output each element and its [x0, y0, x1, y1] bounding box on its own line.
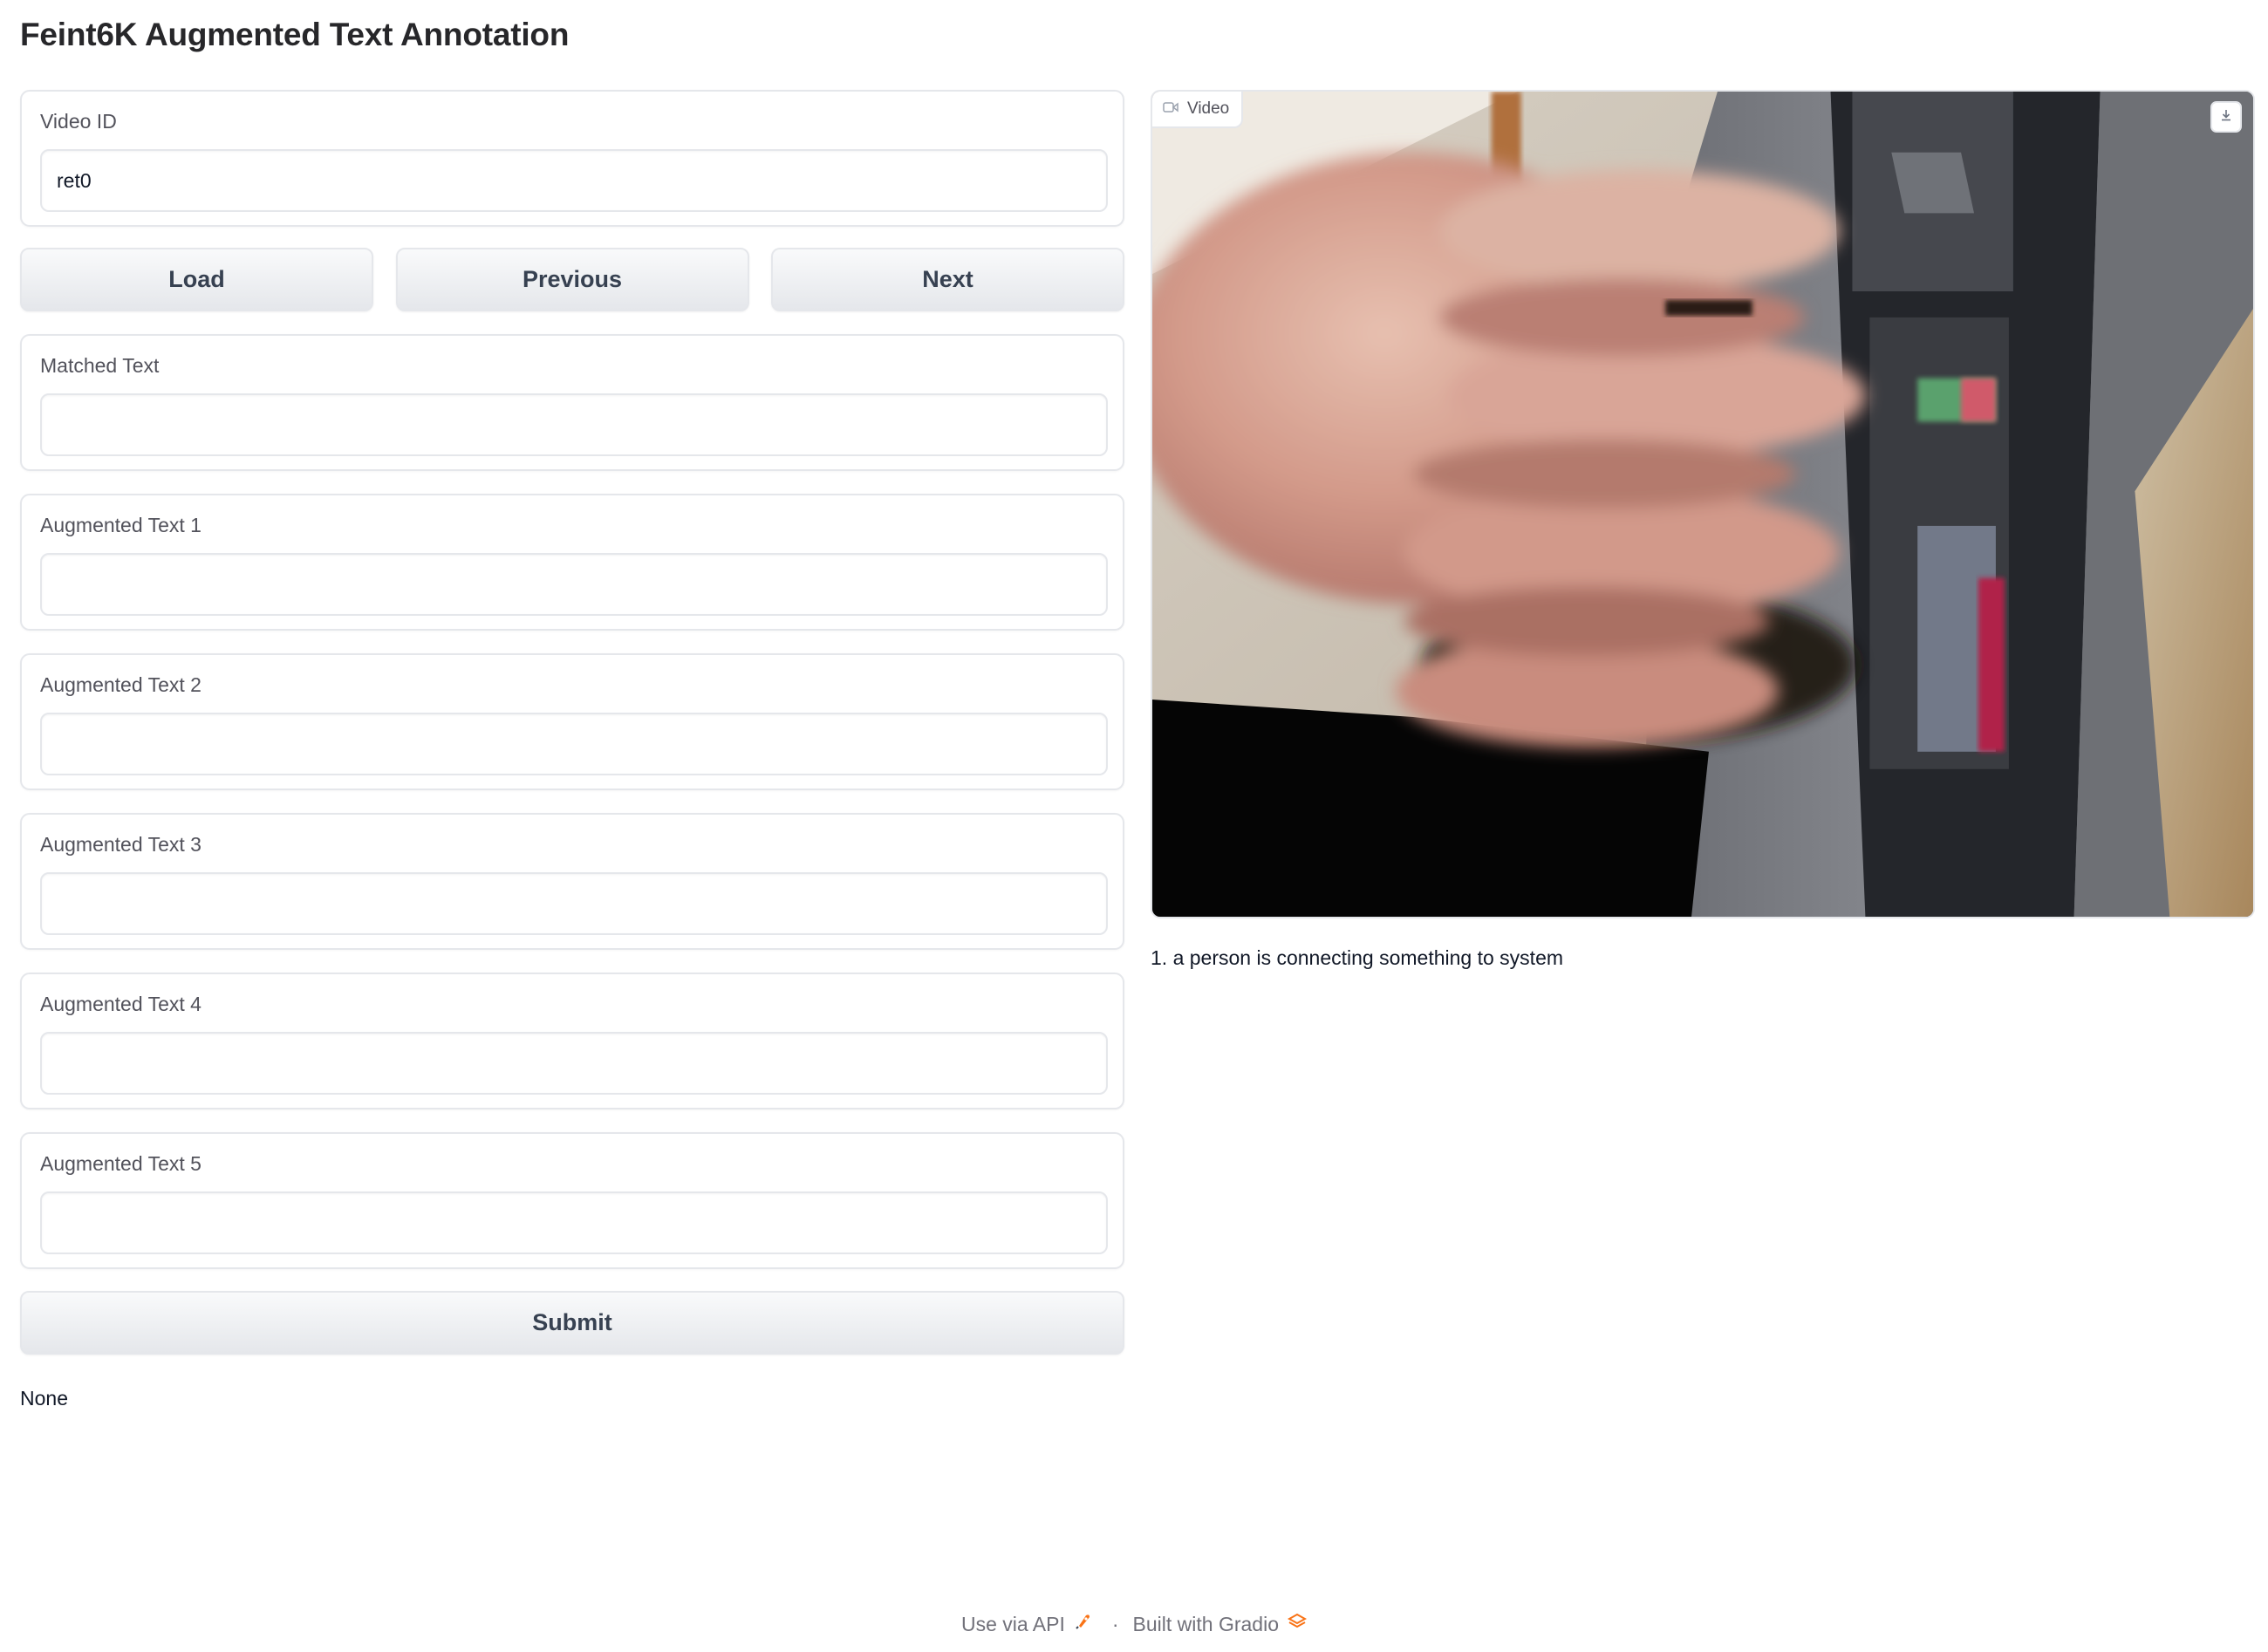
augmented-text-1-block: Augmented Text 1: [20, 494, 1124, 631]
download-button[interactable]: [2210, 101, 2242, 133]
footer-separator: ·: [1111, 1612, 1119, 1635]
augmented-text-5-input[interactable]: [40, 1191, 1108, 1254]
augmented-text-5-label: Augmented Text 5: [40, 1152, 202, 1175]
augmented-text-4-input[interactable]: [40, 1032, 1108, 1095]
matched-text-label: Matched Text: [40, 354, 160, 377]
video-id-input[interactable]: [40, 149, 1108, 212]
navigation-button-row: Load Previous Next: [20, 248, 1124, 311]
video-player[interactable]: Video: [1151, 90, 2255, 918]
submit-button[interactable]: Submit: [20, 1291, 1124, 1355]
annotation-form: Video ID Load Previous Next Matched Text…: [20, 90, 1124, 1355]
augmented-text-1-input[interactable]: [40, 553, 1108, 616]
gradio-logo-icon: [1287, 1612, 1308, 1636]
augmented-text-1-label: Augmented Text 1: [40, 514, 202, 536]
load-button[interactable]: Load: [20, 248, 373, 311]
video-id-label: Video ID: [40, 110, 117, 133]
matched-text-block: Matched Text: [20, 334, 1124, 471]
built-with-gradio-link[interactable]: Built with Gradio: [1132, 1612, 1308, 1636]
page-title: Feint6K Augmented Text Annotation: [20, 17, 570, 52]
next-button[interactable]: Next: [771, 248, 1124, 311]
built-with-gradio-label: Built with Gradio: [1132, 1612, 1280, 1635]
video-camera-icon: [1163, 99, 1178, 119]
video-id-block: Video ID: [20, 90, 1124, 227]
video-label-tag: Video: [1152, 92, 1244, 128]
augmented-text-4-label: Augmented Text 4: [40, 993, 202, 1015]
video-caption: 1. a person is connecting something to s…: [1151, 946, 1564, 969]
previous-button[interactable]: Previous: [395, 248, 749, 311]
augmented-text-3-input[interactable]: [40, 872, 1108, 935]
rocket-icon: [1074, 1612, 1093, 1636]
augmented-text-3-block: Augmented Text 3: [20, 813, 1124, 950]
augmented-text-3-label: Augmented Text 3: [40, 833, 202, 856]
augmented-text-2-block: Augmented Text 2: [20, 653, 1124, 790]
augmented-text-2-label: Augmented Text 2: [40, 673, 202, 696]
augmented-text-2-input[interactable]: [40, 713, 1108, 775]
video-frame[interactable]: [1152, 92, 2253, 917]
use-via-api-link[interactable]: Use via API: [961, 1612, 1093, 1636]
video-label-text: Video: [1187, 99, 1230, 118]
augmented-text-5-block: Augmented Text 5: [20, 1132, 1124, 1269]
use-via-api-label: Use via API: [960, 1612, 1065, 1635]
matched-text-input[interactable]: [40, 393, 1108, 456]
augmented-text-4-block: Augmented Text 4: [20, 973, 1124, 1109]
download-icon: [2219, 108, 2233, 126]
status-output: None: [20, 1387, 68, 1410]
footer: Use via API · Built with Gradio: [0, 1612, 2268, 1636]
